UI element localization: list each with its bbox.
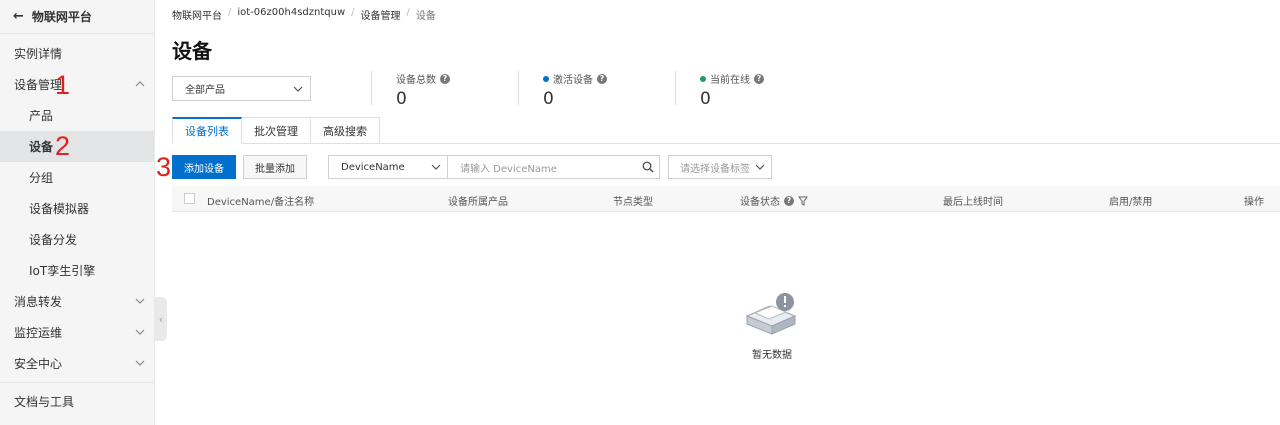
search-field-value: DeviceName: [341, 161, 405, 173]
column-header-device-status: 设备状态 ?: [740, 193, 808, 208]
stat-value: 0: [700, 89, 711, 109]
toolbar: 添加设备 批量添加 DeviceName 请输入 DeviceName 请选择设…: [172, 155, 772, 179]
chevron-up-icon: [135, 79, 145, 89]
table-header: DeviceName/备注名称 设备所属产品 节点类型 设备状态 ? 最后上线时…: [172, 186, 1280, 212]
sidebar-item-products[interactable]: 产品: [0, 100, 154, 131]
chevron-down-icon: [293, 84, 303, 94]
product-filter-select[interactable]: 全部产品: [172, 76, 311, 101]
stat-value: 0: [543, 89, 554, 109]
sidebar-item-label: 产品: [29, 109, 54, 123]
sidebar-item-label: IoT孪生引擎: [29, 264, 96, 278]
stat-label: 设备总数: [396, 75, 436, 86]
annotation-marker-3: 3: [156, 152, 172, 182]
tab-device-list[interactable]: 设备列表: [172, 117, 242, 144]
device-search-input[interactable]: 请输入 DeviceName: [448, 155, 660, 179]
chevron-down-icon: [135, 358, 145, 368]
stat-label: 激活设备: [553, 75, 593, 86]
annotation-marker-1: 1: [55, 70, 71, 100]
stat-total-devices: 设备总数? 0: [371, 71, 450, 109]
column-header-devicename: DeviceName/备注名称: [207, 197, 315, 208]
column-header-node-type: 节点类型: [613, 197, 653, 208]
arrow-left-icon: ←: [13, 9, 24, 24]
tab-bar: 设备列表 批次管理 高级搜索: [172, 117, 380, 144]
select-all-checkbox[interactable]: [184, 193, 195, 204]
batch-add-button[interactable]: 批量添加: [243, 155, 307, 179]
sidebar-item-label: 设备: [29, 140, 54, 154]
help-icon[interactable]: ?: [440, 73, 450, 84]
search-field-select[interactable]: DeviceName: [328, 155, 448, 179]
stat-label: 当前在线: [710, 75, 750, 86]
chevron-left-icon: ‹: [158, 312, 164, 326]
tab-advanced-search[interactable]: 高级搜索: [311, 117, 380, 144]
breadcrumb-item-device-management[interactable]: 设备管理: [361, 7, 401, 22]
breadcrumb-item-current: 设备: [415, 11, 436, 22]
sidebar-item-label: 消息转发: [14, 295, 63, 309]
sidebar-item-label: 设备模拟器: [29, 202, 90, 216]
column-header-last-online: 最后上线时间: [943, 197, 1003, 208]
page-title: 设备: [172, 39, 212, 63]
tab-batch-management[interactable]: 批次管理: [242, 117, 311, 144]
column-header-label: 设备状态: [740, 197, 780, 208]
empty-state: 暂无数据: [744, 292, 800, 361]
help-icon[interactable]: ?: [597, 73, 607, 84]
search-placeholder: 请输入 DeviceName: [460, 163, 557, 175]
sidebar-item-security-center[interactable]: 安全中心: [0, 348, 154, 379]
column-header-enable-disable: 启用/禁用: [1109, 197, 1153, 208]
empty-data-icon: [745, 293, 797, 335]
sidebar-divider: [0, 382, 154, 383]
device-tag-select[interactable]: 请选择设备标签: [668, 155, 772, 179]
sidebar-item-label: 安全中心: [14, 357, 63, 371]
breadcrumb-separator: /: [351, 7, 355, 18]
sidebar-collapse-handle[interactable]: ‹: [155, 297, 167, 341]
sidebar-item-device-management[interactable]: 设备管理: [0, 69, 154, 100]
sidebar-item-label: 设备分发: [29, 233, 78, 247]
help-icon[interactable]: ?: [754, 73, 764, 84]
breadcrumb-item-platform[interactable]: 物联网平台: [172, 7, 222, 22]
main-content: 物联网平台 / iot-06z00h4sdzntquw / 设备管理 / 设备 …: [172, 0, 1280, 425]
sidebar: ← 物联网平台 实例详情 设备管理 产品 设备 分组 设备模拟器 设备分发 Io…: [0, 0, 155, 425]
status-dot-icon: [700, 75, 706, 82]
chevron-down-icon: [135, 327, 145, 337]
sidebar-item-device-distribution[interactable]: 设备分发: [0, 224, 154, 255]
breadcrumb-item-instance[interactable]: iot-06z00h4sdzntquw: [237, 7, 345, 22]
chevron-down-icon: [431, 162, 441, 172]
breadcrumb: 物联网平台 / iot-06z00h4sdzntquw / 设备管理 / 设备: [172, 7, 436, 22]
sidebar-item-label: 实例详情: [14, 47, 63, 61]
sidebar-item-message-forwarding[interactable]: 消息转发: [0, 286, 154, 317]
stat-activated-devices: 激活设备? 0: [518, 71, 607, 109]
add-device-button[interactable]: 添加设备: [172, 155, 236, 179]
breadcrumb-separator: /: [228, 7, 232, 18]
column-header-actions: 操作: [1244, 197, 1264, 208]
stat-value: 0: [396, 89, 407, 109]
column-header-product: 设备所属产品: [448, 197, 508, 208]
empty-state-text: 暂无数据: [752, 350, 792, 361]
sidebar-item-label: 监控运维: [14, 326, 63, 340]
back-label: 物联网平台: [31, 10, 92, 24]
sidebar-item-iot-twin-engine[interactable]: IoT孪生引擎: [0, 255, 154, 286]
product-filter-value: 全部产品: [185, 85, 225, 96]
sidebar-item-instance-details[interactable]: 实例详情: [0, 38, 154, 69]
filter-icon[interactable]: [798, 196, 808, 206]
sidebar-item-label: 分组: [29, 171, 54, 185]
sidebar-item-label: 文档与工具: [14, 395, 75, 409]
tag-placeholder: 请选择设备标签: [680, 163, 750, 175]
status-dot-icon: [543, 75, 549, 82]
sidebar-item-docs-tools[interactable]: 文档与工具: [0, 386, 154, 417]
sidebar-item-monitoring[interactable]: 监控运维: [0, 317, 154, 348]
chevron-down-icon: [755, 162, 765, 172]
annotation-marker-2: 2: [55, 131, 71, 161]
sidebar-item-devices[interactable]: 设备: [0, 131, 154, 162]
sidebar-item-groups[interactable]: 分组: [0, 162, 154, 193]
help-icon[interactable]: ?: [784, 195, 794, 206]
chevron-down-icon: [135, 296, 145, 306]
stat-online-devices: 当前在线? 0: [675, 71, 764, 109]
back-to-iot-platform[interactable]: ← 物联网平台: [0, 0, 154, 34]
breadcrumb-separator: /: [406, 7, 410, 18]
sidebar-item-device-simulator[interactable]: 设备模拟器: [0, 193, 154, 224]
search-icon[interactable]: [642, 161, 654, 173]
